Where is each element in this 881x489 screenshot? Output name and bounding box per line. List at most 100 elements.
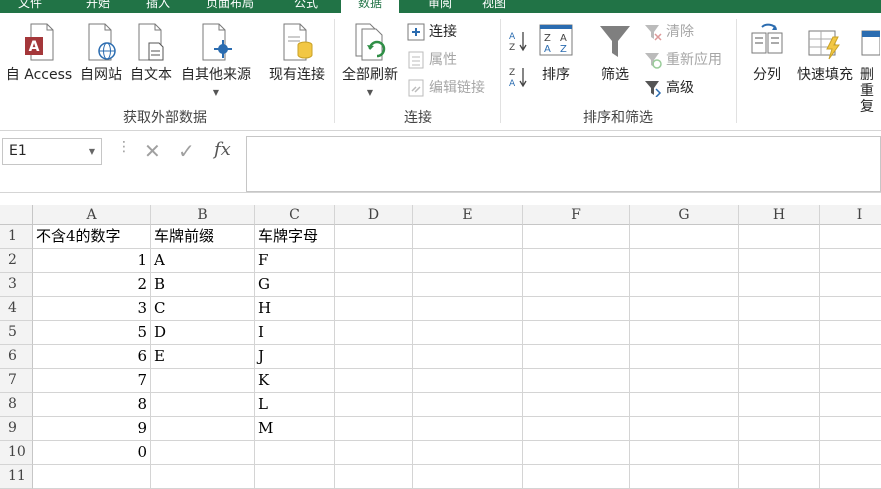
cell-c6[interactable]: J bbox=[255, 345, 335, 369]
connections-button[interactable]: 连接 bbox=[407, 23, 457, 41]
text-to-columns-button[interactable]: 分列 bbox=[745, 23, 789, 83]
cell-e8[interactable] bbox=[413, 393, 523, 417]
column-header-a[interactable]: A bbox=[33, 205, 151, 225]
cell-d7[interactable] bbox=[335, 369, 413, 393]
cell-g8[interactable] bbox=[630, 393, 739, 417]
cell-h11[interactable] bbox=[739, 465, 820, 489]
formula-bar-divider-dots[interactable]: ⋮ bbox=[117, 139, 131, 155]
cell-a10[interactable]: 0 bbox=[33, 441, 151, 465]
cell-b4[interactable]: C bbox=[151, 297, 255, 321]
cell-g2[interactable] bbox=[630, 249, 739, 273]
column-header-e[interactable]: E bbox=[413, 205, 523, 225]
cell-i1[interactable] bbox=[820, 225, 881, 249]
properties-button[interactable]: 属性 bbox=[407, 51, 457, 69]
cell-a1[interactable]: 不含4的数字 bbox=[33, 225, 151, 249]
clear-filter-button[interactable]: 清除 bbox=[644, 23, 694, 41]
cell-f7[interactable] bbox=[523, 369, 630, 393]
cell-g6[interactable] bbox=[630, 345, 739, 369]
cell-c2[interactable]: F bbox=[255, 249, 335, 273]
refresh-all-button[interactable]: 全部刷新 ▼ bbox=[338, 23, 402, 101]
cell-d10[interactable] bbox=[335, 441, 413, 465]
cell-g7[interactable] bbox=[630, 369, 739, 393]
tab-home[interactable]: 开始 bbox=[86, 0, 110, 13]
cell-e7[interactable] bbox=[413, 369, 523, 393]
cell-f9[interactable] bbox=[523, 417, 630, 441]
cell-i4[interactable] bbox=[820, 297, 881, 321]
cell-f5[interactable] bbox=[523, 321, 630, 345]
cell-d5[interactable] bbox=[335, 321, 413, 345]
cell-c8[interactable]: L bbox=[255, 393, 335, 417]
row-header-8[interactable]: 8 bbox=[0, 393, 33, 417]
tab-file[interactable]: 文件 bbox=[18, 0, 42, 13]
cell-i7[interactable] bbox=[820, 369, 881, 393]
cell-i3[interactable] bbox=[820, 273, 881, 297]
cell-i6[interactable] bbox=[820, 345, 881, 369]
row-header-6[interactable]: 6 bbox=[0, 345, 33, 369]
cell-e3[interactable] bbox=[413, 273, 523, 297]
cell-e9[interactable] bbox=[413, 417, 523, 441]
cell-f10[interactable] bbox=[523, 441, 630, 465]
row-header-3[interactable]: 3 bbox=[0, 273, 33, 297]
cell-f2[interactable] bbox=[523, 249, 630, 273]
cell-f3[interactable] bbox=[523, 273, 630, 297]
row-header-10[interactable]: 10 bbox=[0, 441, 33, 465]
chevron-down-icon[interactable]: ▼ bbox=[89, 139, 95, 164]
cell-h7[interactable] bbox=[739, 369, 820, 393]
column-header-g[interactable]: G bbox=[630, 205, 739, 225]
cell-g10[interactable] bbox=[630, 441, 739, 465]
cell-f11[interactable] bbox=[523, 465, 630, 489]
cell-i8[interactable] bbox=[820, 393, 881, 417]
cell-d6[interactable] bbox=[335, 345, 413, 369]
column-header-b[interactable]: B bbox=[151, 205, 255, 225]
cell-h3[interactable] bbox=[739, 273, 820, 297]
cell-c11[interactable] bbox=[255, 465, 335, 489]
cell-b9[interactable] bbox=[151, 417, 255, 441]
cell-h6[interactable] bbox=[739, 345, 820, 369]
edit-links-button[interactable]: 编辑链接 bbox=[407, 79, 485, 97]
name-box[interactable]: E1 ▼ bbox=[2, 138, 102, 165]
cell-c9[interactable]: M bbox=[255, 417, 335, 441]
insert-function-icon[interactable]: fx bbox=[214, 139, 231, 160]
cell-a11[interactable] bbox=[33, 465, 151, 489]
cell-d8[interactable] bbox=[335, 393, 413, 417]
cell-d1[interactable] bbox=[335, 225, 413, 249]
enter-check-icon[interactable]: ✓ bbox=[178, 139, 195, 163]
column-header-d[interactable]: D bbox=[335, 205, 413, 225]
row-header-5[interactable]: 5 bbox=[0, 321, 33, 345]
sort-descending-button[interactable]: Z A bbox=[508, 65, 530, 89]
column-header-f[interactable]: F bbox=[523, 205, 630, 225]
cell-i11[interactable] bbox=[820, 465, 881, 489]
cell-e2[interactable] bbox=[413, 249, 523, 273]
cell-e4[interactable] bbox=[413, 297, 523, 321]
cell-h9[interactable] bbox=[739, 417, 820, 441]
row-header-4[interactable]: 4 bbox=[0, 297, 33, 321]
cell-f6[interactable] bbox=[523, 345, 630, 369]
from-text-button[interactable]: 自文本 bbox=[126, 23, 176, 83]
cell-i2[interactable] bbox=[820, 249, 881, 273]
cell-a3[interactable]: 2 bbox=[33, 273, 151, 297]
cell-i9[interactable] bbox=[820, 417, 881, 441]
cell-e1[interactable] bbox=[413, 225, 523, 249]
cell-g5[interactable] bbox=[630, 321, 739, 345]
cell-a8[interactable]: 8 bbox=[33, 393, 151, 417]
cell-a4[interactable]: 3 bbox=[33, 297, 151, 321]
cell-g9[interactable] bbox=[630, 417, 739, 441]
cell-h2[interactable] bbox=[739, 249, 820, 273]
cell-b5[interactable]: D bbox=[151, 321, 255, 345]
advanced-filter-button[interactable]: 高级 bbox=[644, 79, 694, 97]
from-web-button[interactable]: 自网站 bbox=[76, 23, 126, 83]
cell-d2[interactable] bbox=[335, 249, 413, 273]
cell-c1[interactable]: 车牌字母 bbox=[255, 225, 335, 249]
tab-insert[interactable]: 插入 bbox=[146, 0, 170, 13]
cell-a7[interactable]: 7 bbox=[33, 369, 151, 393]
cell-d3[interactable] bbox=[335, 273, 413, 297]
cell-c10[interactable] bbox=[255, 441, 335, 465]
from-other-sources-button[interactable]: 自其他来源 ▼ bbox=[176, 23, 256, 101]
sort-ascending-button[interactable]: A Z bbox=[508, 29, 530, 53]
existing-connections-button[interactable]: 现有连接 bbox=[262, 23, 332, 83]
cell-b6[interactable]: E bbox=[151, 345, 255, 369]
row-header-1[interactable]: 1 bbox=[0, 225, 33, 249]
cell-h8[interactable] bbox=[739, 393, 820, 417]
from-access-button[interactable]: A 自 Access bbox=[2, 23, 76, 83]
cell-b2[interactable]: A bbox=[151, 249, 255, 273]
